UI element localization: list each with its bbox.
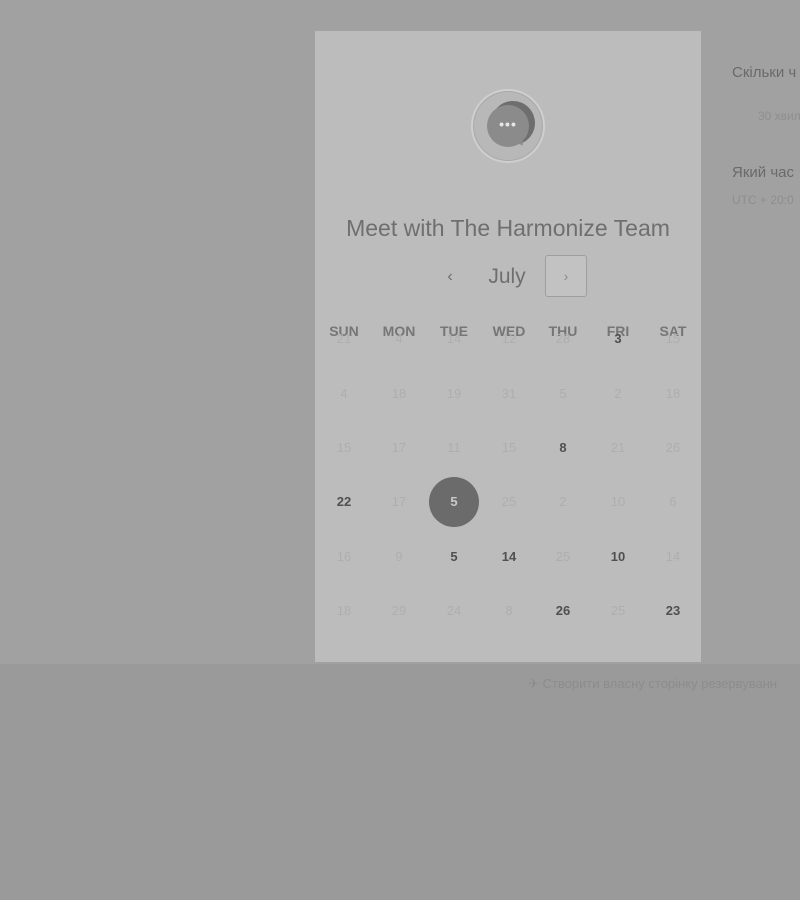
available-day-cell[interactable]: 5 — [432, 535, 476, 579]
time-question: Який час — [732, 164, 794, 181]
prev-month-button[interactable]: ‹ — [435, 263, 465, 293]
day-cell: 14 — [446, 331, 462, 346]
day-cell: 17 — [391, 440, 407, 455]
available-day-cell[interactable]: 3 — [596, 317, 640, 361]
available-day-cell[interactable]: 14 — [487, 535, 531, 579]
selected-day-cell[interactable]: 5 — [429, 477, 479, 527]
logo-dots: ••• — [499, 116, 517, 132]
create-booking-page-label: Створити власну сторінку резервуванн — [542, 676, 778, 691]
available-day-cell[interactable]: 8 — [541, 426, 585, 470]
day-cell: 29 — [391, 603, 407, 618]
day-cell: 12 — [501, 331, 517, 346]
day-cell: 25 — [501, 494, 517, 509]
month-label: July — [488, 265, 526, 288]
day-cell: 2 — [614, 386, 622, 401]
day-cell: 25 — [610, 603, 626, 618]
day-cell: 5 — [559, 386, 567, 401]
timezone-selector[interactable]: UTC + 20:0 — [732, 193, 794, 207]
day-cell: 4 — [395, 331, 403, 346]
next-month-button[interactable]: › — [545, 255, 587, 297]
day-cell: 18 — [665, 386, 681, 401]
booking-card: ••• Meet with The Harmonize Team ‹ July … — [315, 31, 701, 662]
day-cell: 28 — [555, 331, 571, 346]
day-cell: 6 — [669, 494, 677, 509]
available-day-cell[interactable]: 22 — [322, 480, 366, 524]
chat-bubbles-icon: ••• — [471, 89, 545, 163]
day-cell: 2 — [559, 494, 567, 509]
day-cell: 26 — [665, 440, 681, 455]
day-cell: 14 — [665, 549, 681, 564]
plane-icon: ✈ — [528, 676, 539, 691]
day-cell: 15 — [501, 440, 517, 455]
day-cell: 21 — [336, 331, 352, 346]
create-booking-page-link[interactable]: ✈ Створити власну сторінку резервуванн — [528, 676, 777, 692]
day-cell: 25 — [555, 549, 571, 564]
day-cell: 15 — [336, 440, 352, 455]
day-cell: 18 — [336, 603, 352, 618]
day-cell: 4 — [340, 386, 348, 401]
available-day-cell[interactable]: 10 — [596, 535, 640, 579]
day-cell: 24 — [446, 603, 462, 618]
duration-option[interactable]: 30 хвил — [758, 109, 800, 123]
available-day-cell[interactable]: 26 — [541, 589, 585, 633]
day-cell: 31 — [501, 386, 517, 401]
day-cell: 11 — [447, 440, 461, 455]
day-cell: 18 — [391, 386, 407, 401]
available-day-cell[interactable]: 23 — [651, 589, 695, 633]
day-cell: 21 — [610, 440, 626, 455]
day-cell: 10 — [610, 494, 626, 509]
day-cell: 19 — [446, 386, 462, 401]
duration-question: Скільки ч — [732, 64, 797, 81]
page-title: Meet with The Harmonize Team — [346, 215, 670, 241]
day-cell: 15 — [665, 331, 681, 346]
day-cell: 8 — [505, 603, 513, 618]
day-cell: 17 — [391, 494, 407, 509]
day-cell: 16 — [336, 549, 352, 564]
day-cell: 9 — [395, 549, 403, 564]
